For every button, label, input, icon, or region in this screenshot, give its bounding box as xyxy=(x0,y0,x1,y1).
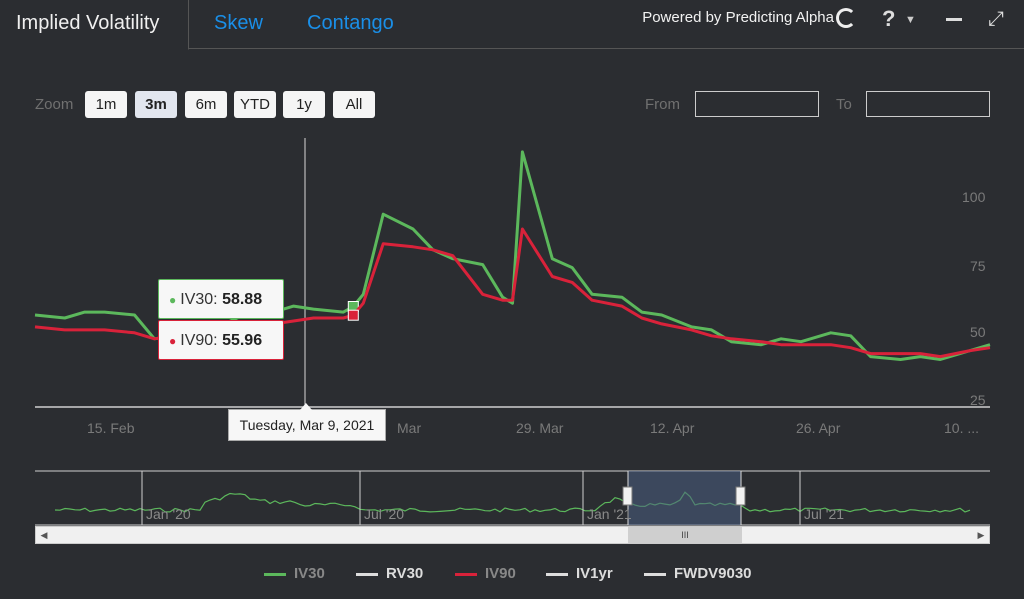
legend-iv1yr-label: IV1yr xyxy=(576,565,613,582)
tab-implied-volatility[interactable]: Implied Volatility xyxy=(0,0,189,50)
scroll-thumb[interactable]: III xyxy=(628,527,742,543)
legend-iv30-swatch xyxy=(264,572,286,576)
tooltip-iv30-label: IV30 xyxy=(180,291,214,308)
zoom-6m-button[interactable]: 6m xyxy=(185,91,227,118)
tab-contango[interactable]: Contango xyxy=(307,12,394,35)
tab-implied-volatility-label: Implied Volatility xyxy=(16,12,160,34)
tooltip-iv30-value: 58.88 xyxy=(222,291,263,308)
scroll-left-arrow-icon[interactable]: ◀ xyxy=(36,527,52,543)
tab-bar: Implied Volatility Skew Contango Powered… xyxy=(0,0,1024,50)
iv90-dot-icon: ● xyxy=(169,334,177,348)
x-tick-label: 26. Apr xyxy=(796,420,841,436)
tooltip-date: Tuesday, Mar 9, 2021 xyxy=(228,403,386,441)
zoom-label: Zoom xyxy=(35,96,74,113)
x-tick-label: 12. Apr xyxy=(650,420,695,436)
navigator-tick-label: Jul '20 xyxy=(364,506,405,522)
legend-iv1yr-swatch xyxy=(546,572,568,576)
legend-item-rv30[interactable]: RV30 xyxy=(356,565,423,585)
navigator-tick-label: Jan '21 xyxy=(587,506,632,522)
iv30-dot-icon: ● xyxy=(169,293,177,307)
legend-iv30-label: IV30 xyxy=(294,565,325,582)
legend-rv30-swatch xyxy=(356,572,378,576)
to-date-input[interactable] xyxy=(866,91,990,117)
powered-by-label[interactable]: Powered by Predicting Alpha xyxy=(642,9,834,26)
x-tick-label: 29. Mar xyxy=(516,420,564,436)
y-tick-label: 50 xyxy=(970,324,986,340)
legend-iv90-label: IV90 xyxy=(485,565,516,582)
chevron-down-icon[interactable]: ▼ xyxy=(905,14,916,26)
tooltip-iv90-value: 55.96 xyxy=(222,332,263,349)
scroll-right-arrow-icon[interactable]: ▶ xyxy=(973,527,989,543)
x-tick-label: Mar xyxy=(397,420,422,436)
help-icon[interactable]: ? xyxy=(882,6,895,32)
navigator-scrollbar[interactable]: ◀ III ▶ xyxy=(35,526,990,544)
y-tick-label: 100 xyxy=(962,189,986,205)
navigator-tick-label: Jan '20 xyxy=(146,506,191,522)
hover-point-iv90 xyxy=(347,309,359,321)
legend-iv90-swatch xyxy=(455,572,477,576)
navigator-selected-range[interactable] xyxy=(628,471,741,525)
zoom-3m-button[interactable]: 3m xyxy=(135,91,177,118)
navigator-right-handle[interactable] xyxy=(735,486,746,506)
legend-rv30-label: RV30 xyxy=(386,565,424,582)
legend-fwdv9030-swatch xyxy=(644,572,666,576)
navigator-left-handle[interactable] xyxy=(622,486,633,506)
tooltip-iv90: ● IV90: 55.96 xyxy=(158,320,284,360)
from-date-input[interactable] xyxy=(695,91,819,117)
predicting-alpha-logo-icon xyxy=(836,8,856,28)
minimize-icon[interactable] xyxy=(946,18,962,21)
hover-point-iv30 xyxy=(347,301,359,312)
tooltip-iv90-label: IV90 xyxy=(180,332,214,349)
zoom-1m-button[interactable]: 1m xyxy=(85,91,127,118)
tab-skew[interactable]: Skew xyxy=(214,12,263,35)
zoom-1y-button[interactable]: 1y xyxy=(283,91,325,118)
legend-item-iv1yr[interactable]: IV1yr xyxy=(546,565,613,585)
y-tick-label: 75 xyxy=(970,258,986,274)
zoom-all-button[interactable]: All xyxy=(333,91,375,118)
from-label: From xyxy=(645,96,680,113)
x-tick-label: 10. ... xyxy=(944,420,980,436)
to-label: To xyxy=(836,96,852,113)
y-tick-label: 25 xyxy=(970,392,986,408)
tooltip-iv30: ● IV30: 58.88 xyxy=(158,279,284,319)
legend-item-fwdv9030[interactable]: FWDV9030 xyxy=(644,565,752,585)
legend-fwdv9030-label: FWDV9030 xyxy=(674,565,752,582)
navigator-tick-label: Jul '21 xyxy=(804,506,845,522)
expand-icon[interactable]: ⤢ xyxy=(988,8,1004,31)
zoom-ytd-button[interactable]: YTD xyxy=(234,91,276,118)
legend-item-iv30[interactable]: IV30 xyxy=(264,565,325,585)
x-tick-label: 15. Feb xyxy=(87,420,135,436)
legend-item-iv90[interactable]: IV90 xyxy=(455,565,516,585)
